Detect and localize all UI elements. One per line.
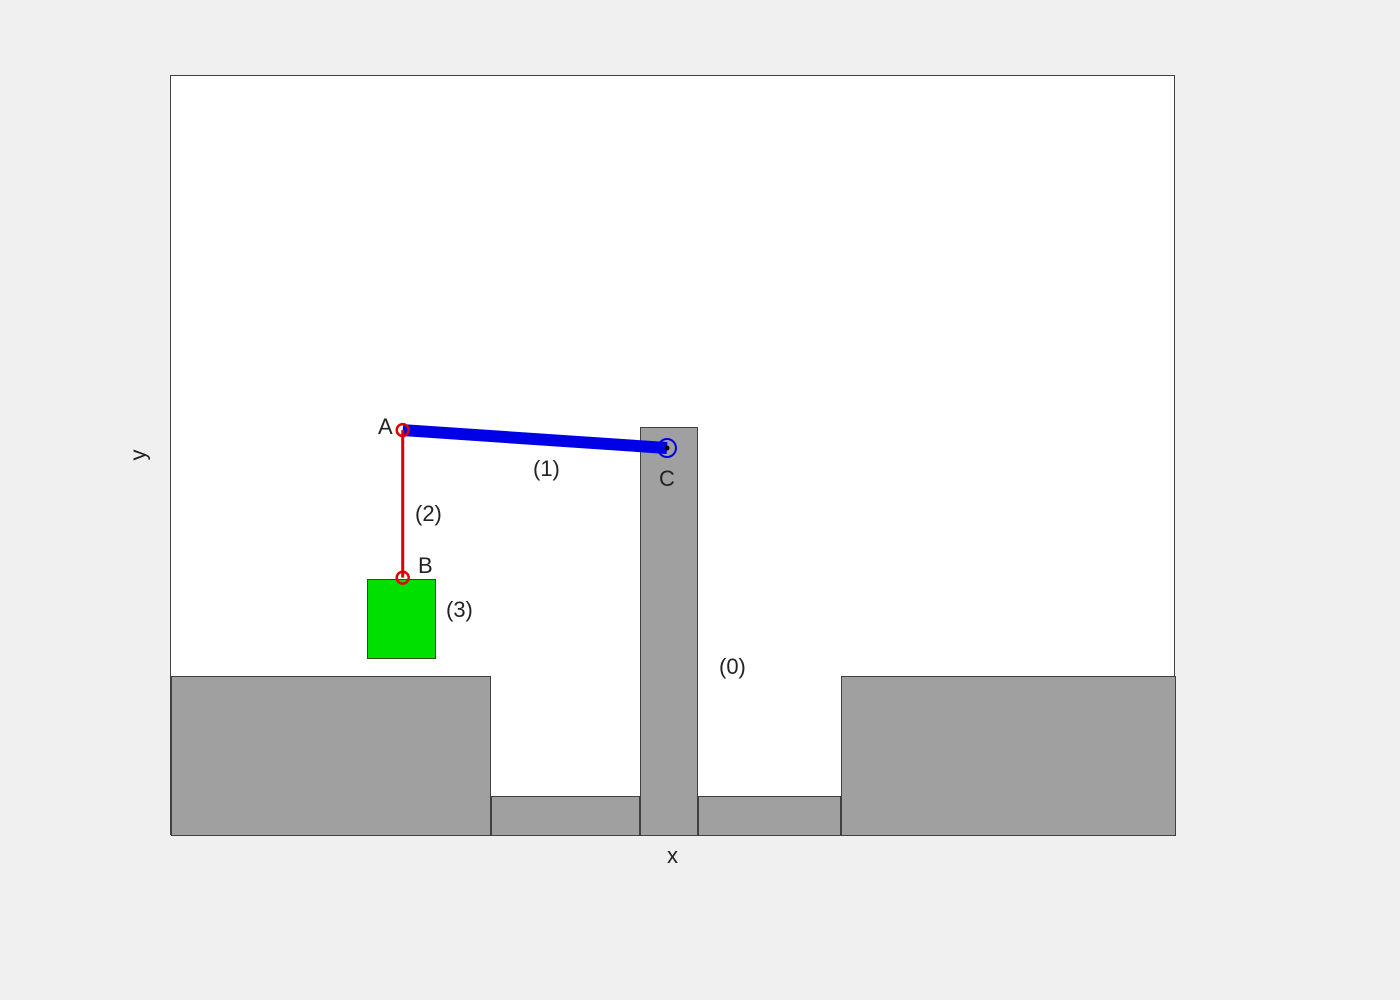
link-1 xyxy=(403,430,667,448)
ground-right xyxy=(841,676,1176,836)
joint-a xyxy=(397,424,409,436)
axis-x-label: x xyxy=(667,843,678,869)
label-b: B xyxy=(418,553,433,579)
ground-mid-right xyxy=(698,796,841,836)
label-body-3: (3) xyxy=(446,597,473,623)
plot-area: A B C (1) (2) (3) (0) x y xyxy=(170,75,1175,835)
label-body-0: (0) xyxy=(719,654,746,680)
label-body-2: (2) xyxy=(415,501,442,527)
payload-box xyxy=(367,579,436,659)
ground-left xyxy=(171,676,491,836)
label-a: A xyxy=(378,414,393,440)
axis-y-label: y xyxy=(126,450,152,461)
ground-mid-left xyxy=(491,796,640,836)
label-c: C xyxy=(659,466,675,492)
label-body-1: (1) xyxy=(533,456,560,482)
